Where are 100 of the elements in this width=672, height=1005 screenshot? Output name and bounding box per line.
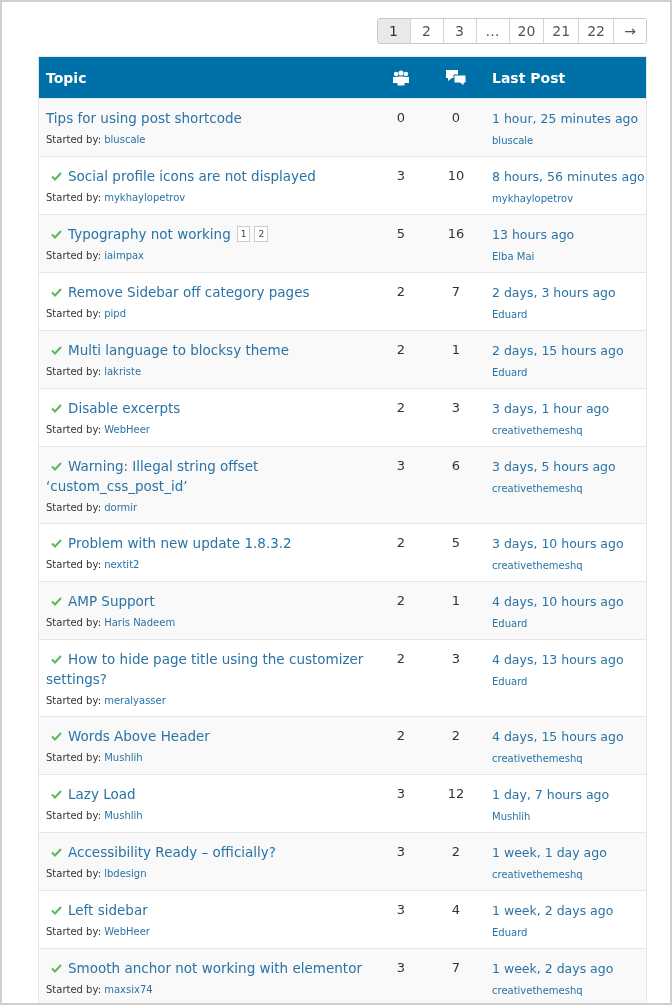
- author-link[interactable]: bluscale: [104, 134, 146, 145]
- author-link[interactable]: Eduard: [492, 616, 528, 632]
- post-count: 6: [451, 458, 461, 473]
- author-link[interactable]: creativethemeshq: [492, 867, 583, 883]
- author-link[interactable]: creativethemeshq: [492, 751, 583, 767]
- topic-link[interactable]: Typography not working: [46, 224, 231, 244]
- voice-count: 3: [396, 458, 406, 473]
- last-post-time-link[interactable]: 2 days, 3 hours ago: [492, 285, 616, 300]
- author-link[interactable]: meralyasser: [104, 695, 166, 706]
- voice-count: 2: [396, 342, 406, 357]
- started-by-label: Started by:: [46, 559, 101, 570]
- author-link[interactable]: Haris Nadeem: [104, 617, 176, 628]
- last-post-time-link[interactable]: 3 days, 1 hour ago: [492, 401, 610, 416]
- topic-link[interactable]: Warning: Illegal string offset ‘custom_css_post_id’: [46, 456, 374, 496]
- post-count: 10: [447, 168, 465, 183]
- author-link[interactable]: pipd: [104, 308, 127, 319]
- started-by-label: Started by:: [46, 366, 101, 377]
- post-count: 3: [451, 400, 461, 415]
- author-link[interactable]: WebHeer: [104, 926, 150, 937]
- post-count: 5: [451, 535, 461, 550]
- last-post-column-header: Last Post: [491, 69, 567, 86]
- post-count: 12: [447, 786, 465, 801]
- author-link[interactable]: Eduard: [492, 307, 528, 323]
- page-link[interactable]: 1: [236, 226, 251, 242]
- started-by-label: Started by:: [46, 984, 101, 995]
- last-post-time-link[interactable]: 4 days, 15 hours ago: [492, 729, 624, 744]
- topic-link[interactable]: Left sidebar: [46, 900, 148, 920]
- post-count: 2: [451, 844, 461, 859]
- topic-link[interactable]: Tips for using post shortcode: [46, 108, 242, 128]
- last-post-time-link[interactable]: 1 day, 7 hours ago: [492, 787, 610, 802]
- voice-count: 3: [396, 960, 406, 975]
- post-count: 1: [451, 593, 461, 608]
- author-link[interactable]: dormir: [104, 502, 138, 513]
- topic-link[interactable]: Disable excerpts: [46, 398, 181, 418]
- last-post-time-link[interactable]: 4 days, 13 hours ago: [492, 652, 624, 667]
- author-link[interactable]: iaimpax: [104, 250, 145, 261]
- topic-link[interactable]: Words Above Header: [46, 726, 210, 746]
- topic-link[interactable]: Social profile icons are not displayed: [46, 166, 316, 186]
- author-link[interactable]: creativethemeshq: [492, 481, 583, 497]
- last-post-time-link[interactable]: 3 days, 5 hours ago: [492, 459, 616, 474]
- last-post-time-link[interactable]: 2 days, 15 hours ago: [492, 343, 624, 358]
- post-count: 1: [451, 342, 461, 357]
- last-post-time-link[interactable]: 1 week, 1 day ago: [492, 845, 607, 860]
- post-count: 4: [451, 902, 461, 917]
- topic-link[interactable]: Smooth anchor not working with elementor: [46, 958, 362, 978]
- topic-link[interactable]: Remove Sidebar off category pages: [46, 282, 310, 302]
- post-count: 0: [451, 110, 461, 125]
- author-link[interactable]: Mushlih: [104, 810, 143, 821]
- started-by-label: Started by:: [46, 752, 101, 763]
- topic-link[interactable]: How to hide page title using the customizer settings?: [46, 649, 374, 689]
- author-link[interactable]: nextit2: [104, 559, 140, 570]
- author-link[interactable]: creativethemeshq: [492, 558, 583, 574]
- page-link[interactable]: 1: [377, 19, 410, 43]
- last-post-time-link[interactable]: 1 hour, 25 minutes ago: [492, 111, 639, 126]
- author-link[interactable]: Mushlih: [492, 809, 531, 825]
- author-link[interactable]: Mushlih: [104, 752, 143, 763]
- started-by-label: Started by:: [46, 502, 101, 513]
- voice-count: 3: [396, 786, 406, 801]
- topic-column-header: Topic: [45, 69, 88, 86]
- last-post-time-link[interactable]: 1 week, 2 days ago: [492, 961, 614, 976]
- author-link[interactable]: WebHeer: [104, 424, 150, 435]
- last-post-time-link[interactable]: 13 hours ago: [492, 227, 575, 242]
- author-link[interactable]: creativethemeshq: [492, 423, 583, 439]
- author-link[interactable]: lakriste: [104, 366, 142, 377]
- topic-link[interactable]: AMP Support: [46, 591, 155, 611]
- started-by-label: Started by:: [46, 424, 101, 435]
- voice-count: 3: [396, 844, 406, 859]
- author-link[interactable]: Eduard: [492, 674, 528, 690]
- topic-link[interactable]: Problem with new update 1.8.3.2: [46, 533, 292, 553]
- topic-link[interactable]: Lazy Load: [46, 784, 136, 804]
- author-link[interactable]: creativethemeshq: [492, 983, 583, 999]
- voice-count: 2: [396, 651, 406, 666]
- post-count: 16: [447, 226, 465, 241]
- last-post-time-link[interactable]: 8 hours, 56 minutes ago: [492, 169, 645, 184]
- topic-link[interactable]: Accessibility Ready – officially?: [46, 842, 277, 862]
- author-link[interactable]: lbdesign: [104, 868, 147, 879]
- post-count: 7: [451, 284, 461, 299]
- author-link[interactable]: Eduard: [492, 925, 528, 941]
- started-by-label: Started by:: [46, 192, 101, 203]
- author-link[interactable]: mykhaylopetrov: [492, 191, 574, 207]
- started-by-label: Started by:: [46, 695, 101, 706]
- started-by-label: Started by:: [46, 926, 101, 937]
- voice-count: 2: [396, 535, 406, 550]
- author-link[interactable]: maxsix74: [104, 984, 153, 995]
- last-post-time-link[interactable]: 3 days, 10 hours ago: [492, 536, 624, 551]
- author-link[interactable]: bluscale: [492, 133, 534, 149]
- last-post-time-link[interactable]: 4 days, 10 hours ago: [492, 594, 624, 609]
- voice-count: 2: [396, 284, 406, 299]
- started-by-label: Started by:: [46, 810, 101, 821]
- page-link[interactable]: 2: [254, 226, 269, 242]
- voice-count: 3: [396, 902, 406, 917]
- page-link[interactable]: →: [613, 19, 646, 43]
- author-link[interactable]: Eduard: [492, 365, 528, 381]
- speech-bubbles-icon: [445, 68, 467, 87]
- last-post-time-link[interactable]: 1 week, 2 days ago: [492, 903, 614, 918]
- started-by-label: Started by:: [46, 308, 101, 319]
- topic-link[interactable]: Multi language to blocksy theme: [46, 340, 290, 360]
- post-count: 2: [451, 728, 461, 743]
- author-link[interactable]: mykhaylopetrov: [104, 192, 186, 203]
- author-link[interactable]: Elba Mai: [492, 249, 535, 265]
